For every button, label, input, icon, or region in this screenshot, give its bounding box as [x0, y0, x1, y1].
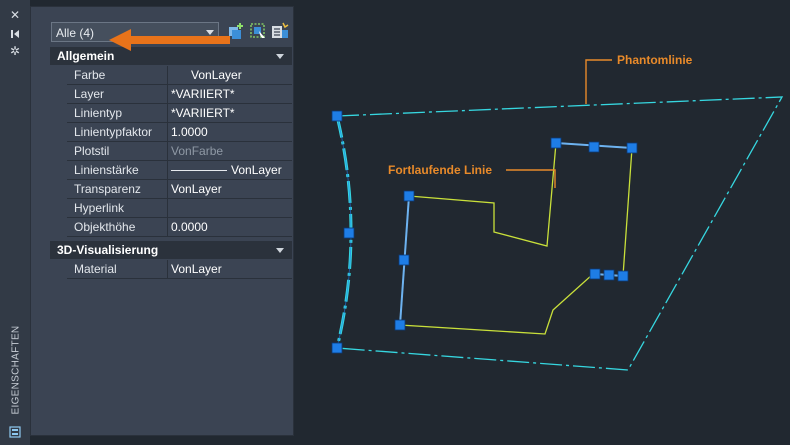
chevron-down-icon[interactable] [276, 248, 284, 253]
property-key: Objekthöhe [74, 220, 136, 234]
property-value[interactable]: *VARIIERT* [171, 87, 235, 101]
property-value[interactable]: VonLayer [171, 262, 222, 276]
column-divider [167, 199, 168, 218]
property-key: Transparenz [74, 182, 141, 196]
property-row-linetype[interactable]: Linientyp *VARIIERT* [67, 104, 292, 123]
property-key: Linienstärke [74, 163, 139, 177]
property-row-thickness[interactable]: Objekthöhe 0.0000 [67, 218, 292, 237]
arc-highlight [336, 115, 352, 349]
property-value[interactable]: 0.0000 [171, 220, 208, 234]
callout-arrow [109, 29, 230, 51]
property-row-lineweight[interactable]: Linienstärke VonLayer [67, 161, 292, 180]
annotation-leaders [506, 59, 612, 188]
section-3d-visualization[interactable]: 3D-Visualisierung [50, 241, 292, 259]
property-key: Linientypfaktor [74, 125, 153, 139]
column-divider [167, 260, 168, 279]
property-key: Material [74, 262, 117, 276]
chevron-down-icon[interactable] [276, 54, 284, 59]
property-value[interactable]: *VARIIERT* [171, 106, 235, 120]
quick-select-icon[interactable] [271, 22, 289, 40]
arc-segment[interactable] [335, 115, 353, 349]
annotation-continuous-line: Fortlaufende Linie [388, 163, 493, 177]
column-divider [167, 180, 168, 199]
settings-icon[interactable]: ✲ [9, 45, 21, 57]
column-divider [167, 142, 168, 161]
property-row-transparency[interactable]: Transparenz VonLayer [67, 180, 292, 199]
property-key: Plotstil [74, 144, 110, 158]
column-divider [167, 66, 168, 85]
property-key: Layer [74, 87, 105, 101]
column-divider [167, 85, 168, 104]
property-key: Linientyp [74, 106, 123, 120]
property-row-material[interactable]: Material VonLayer [67, 260, 292, 279]
select-objects-icon[interactable] [249, 22, 267, 40]
property-value[interactable]: 1.0000 [171, 125, 208, 139]
properties-panel: Alle (4) Allgemein Farbe VonLayer Layer … [30, 6, 294, 436]
lineweight-sample [171, 170, 227, 171]
property-value: VonFarbe [171, 144, 224, 158]
properties-icon[interactable] [9, 426, 21, 438]
property-value[interactable]: VonLayer [231, 163, 282, 177]
property-row-hyperlink[interactable]: Hyperlink [67, 199, 292, 218]
property-row-plot-style[interactable]: Plotstil VonFarbe [67, 142, 292, 161]
close-icon[interactable]: ✕ [9, 9, 21, 21]
palette-title: EIGENSCHAFTEN [10, 325, 22, 415]
column-divider [167, 104, 168, 123]
column-divider [167, 218, 168, 237]
pin-icon[interactable] [9, 28, 21, 40]
property-row-color[interactable]: Farbe VonLayer [67, 66, 292, 85]
property-row-layer[interactable]: Layer *VARIIERT* [67, 85, 292, 104]
grip-points[interactable] [331, 110, 638, 354]
property-value[interactable]: VonLayer [191, 68, 242, 82]
column-divider [167, 161, 168, 180]
palette-title-bar: ✕ ✲ EIGENSCHAFTEN [0, 0, 30, 445]
section-title: 3D-Visualisierung [57, 243, 159, 257]
property-key: Farbe [74, 68, 106, 82]
phantom-polyline[interactable] [336, 96, 784, 371]
annotation-phantom-line: Phantomlinie [617, 53, 693, 67]
property-row-linetype-scale[interactable]: Linientypfaktor 1.0000 [67, 123, 292, 142]
property-key: Hyperlink [74, 201, 125, 215]
section-title: Allgemein [57, 49, 115, 63]
column-divider [167, 123, 168, 142]
object-type-value: Alle (4) [56, 26, 95, 40]
property-value[interactable]: VonLayer [171, 182, 222, 196]
